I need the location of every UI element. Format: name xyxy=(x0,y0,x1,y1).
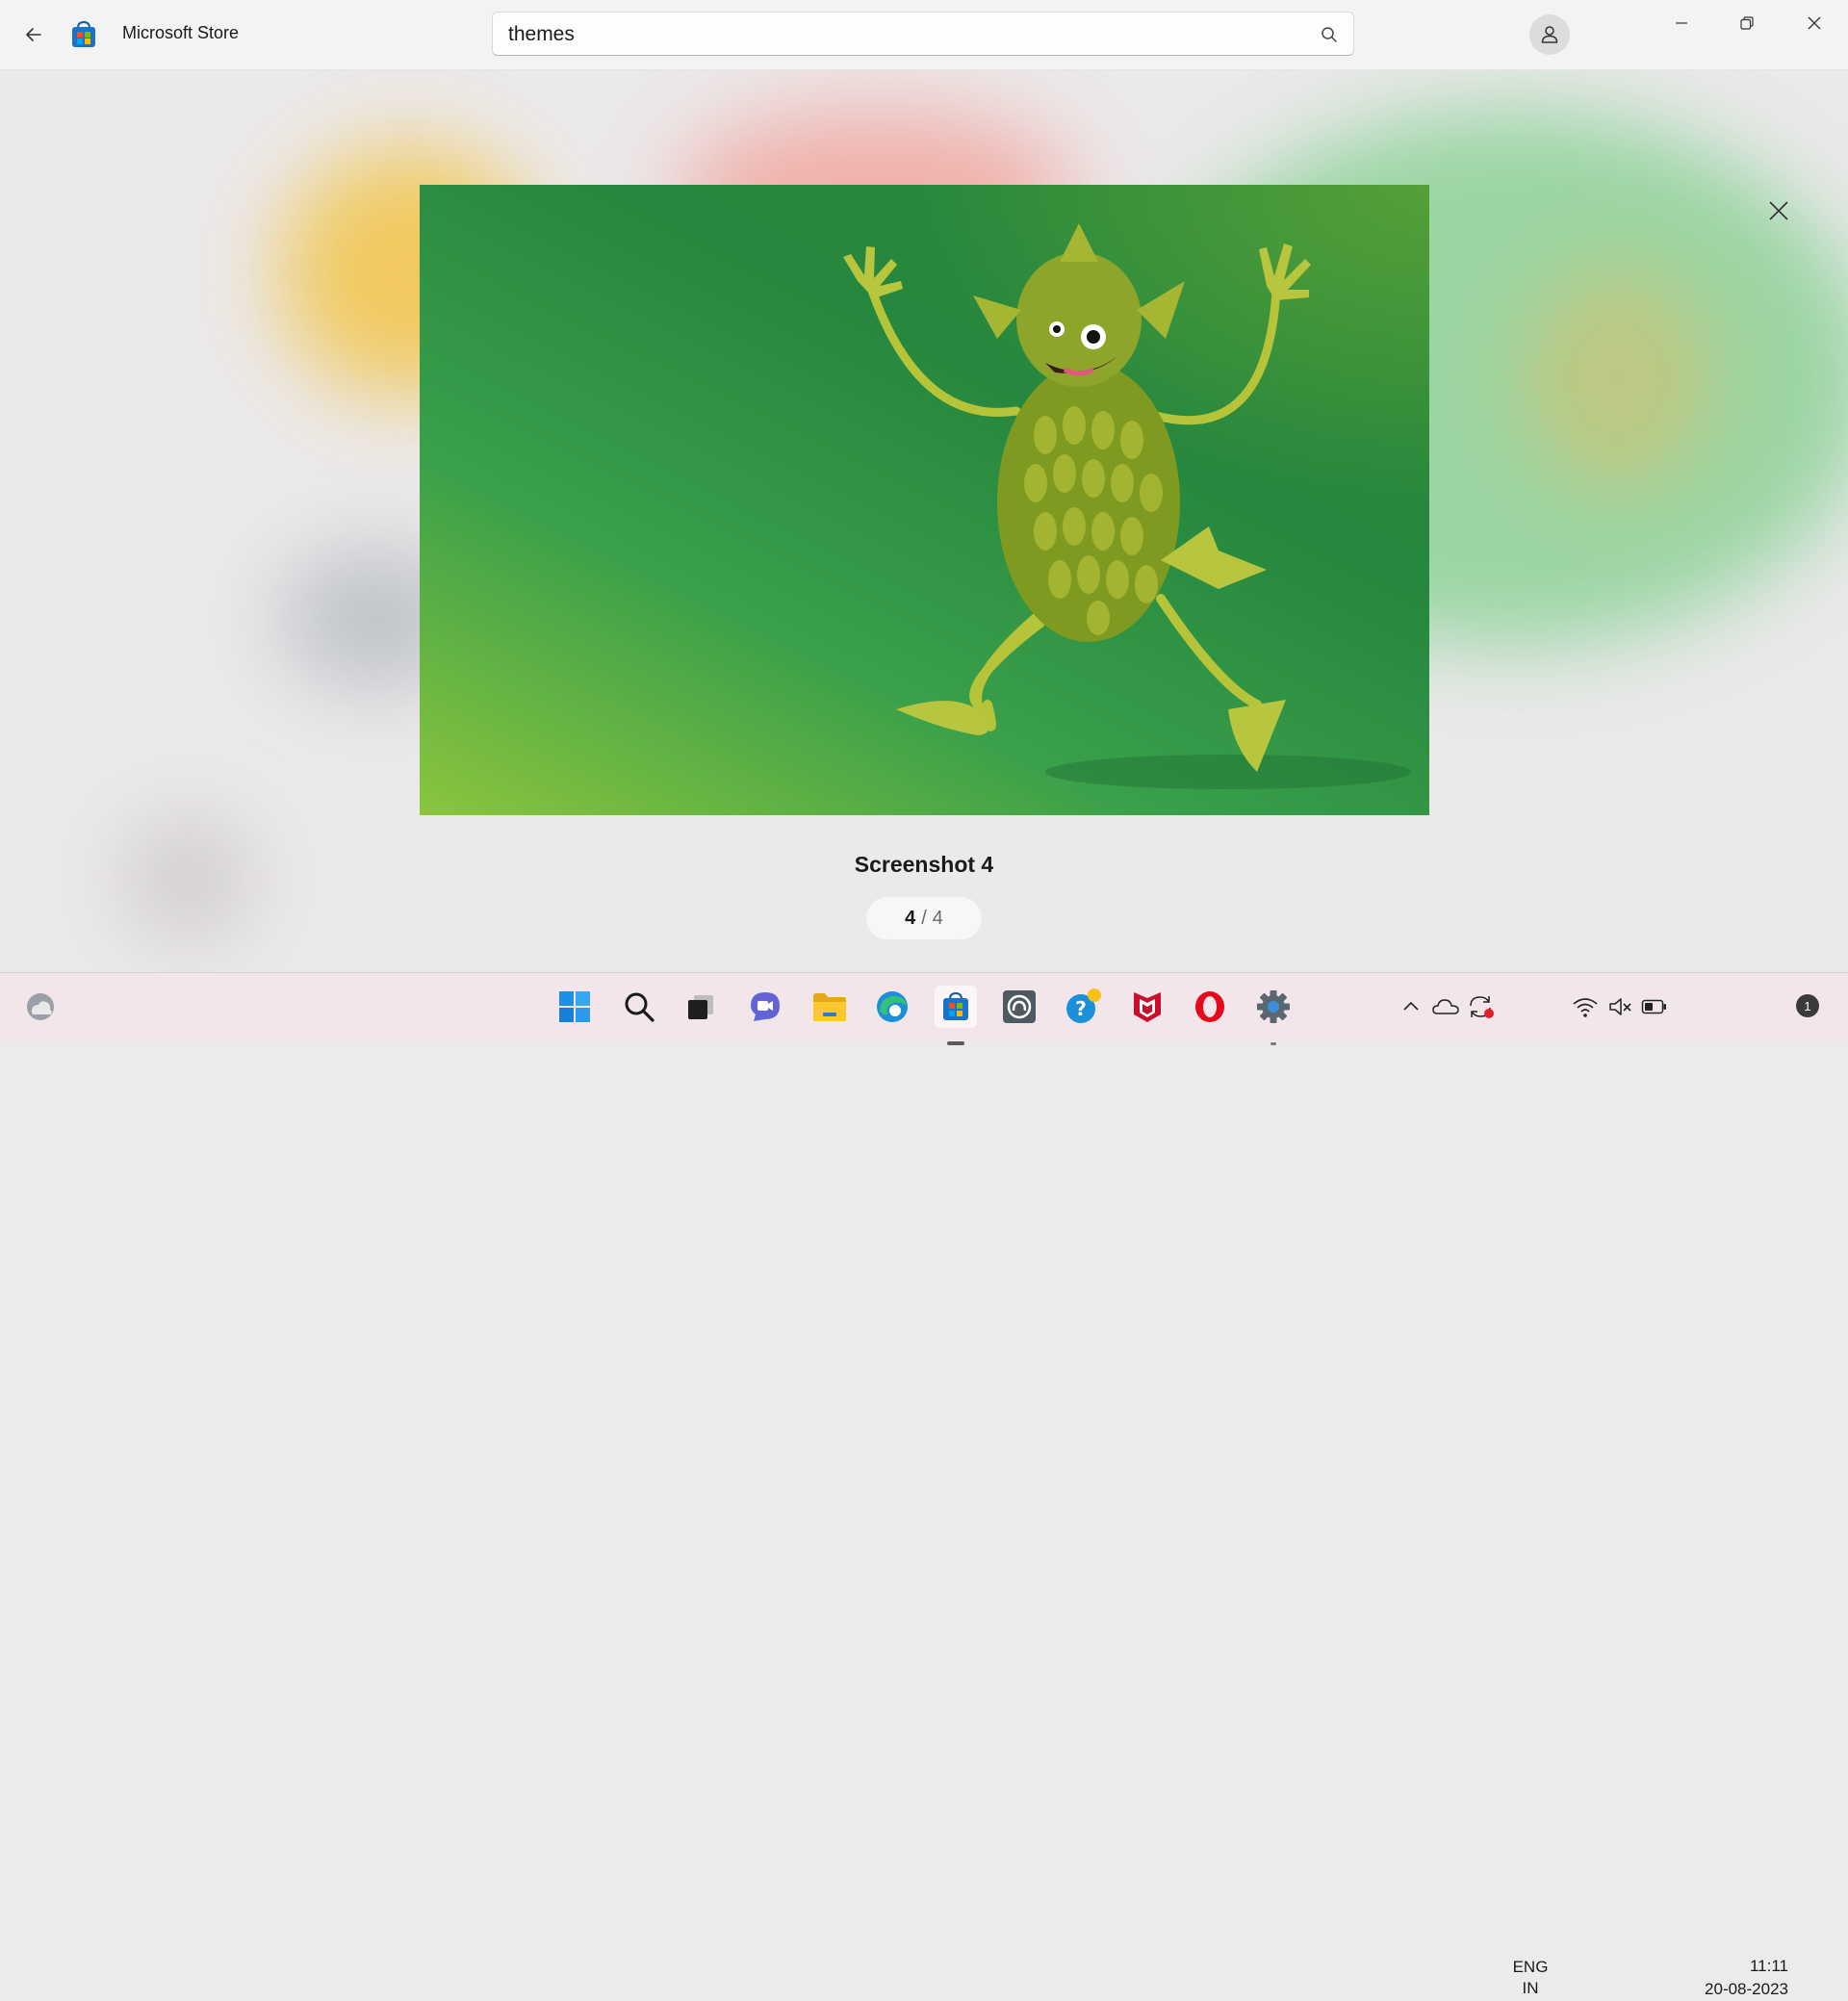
file-explorer-button[interactable] xyxy=(808,986,851,1028)
clock-time: 11:11 xyxy=(1749,1957,1788,1975)
start-button[interactable] xyxy=(553,986,596,1028)
region-code: IN xyxy=(1522,1979,1539,1997)
search-input[interactable] xyxy=(506,13,1280,57)
minimize-button[interactable] xyxy=(1649,0,1714,46)
clock-date: 20-08-2023 xyxy=(1705,1980,1788,1998)
store-icon xyxy=(943,991,968,1020)
total-count: 4 xyxy=(932,907,943,929)
title-bar: Microsoft Store xyxy=(0,0,1848,70)
mcafee-button[interactable] xyxy=(1126,986,1168,1028)
opera-icon xyxy=(1195,991,1224,1022)
microsoft-store-logo xyxy=(69,20,98,49)
sync-icon xyxy=(1470,996,1494,1018)
search-icon xyxy=(625,992,654,1022)
close-icon xyxy=(1808,16,1821,30)
blurred-dark-tile xyxy=(125,821,250,936)
restore-icon xyxy=(1740,16,1754,30)
notification-count-badge[interactable]: 1 xyxy=(1796,994,1819,1017)
account-icon xyxy=(1541,26,1558,43)
current-index: 4 xyxy=(905,907,916,929)
folder-icon xyxy=(813,993,846,1021)
shield-app-icon xyxy=(1003,990,1036,1023)
app-title: Microsoft Store xyxy=(122,23,240,42)
sync-status-button[interactable] xyxy=(1460,986,1502,1028)
mcafee-icon xyxy=(1134,992,1161,1022)
settings-button[interactable] xyxy=(1252,986,1295,1045)
weather-widget-button[interactable] xyxy=(19,986,62,1028)
input-language-indicator[interactable]: ENG IN xyxy=(1508,1957,1553,1999)
language-code: ENG xyxy=(1512,1958,1549,1976)
screenshot-image xyxy=(420,185,1429,815)
edge-icon xyxy=(877,991,908,1022)
gear-icon xyxy=(1257,990,1290,1023)
minimize-icon xyxy=(1676,22,1687,24)
restore-button[interactable] xyxy=(1714,0,1780,46)
counter-separator: / xyxy=(921,907,927,929)
close-window-button[interactable] xyxy=(1782,0,1847,46)
search-submit-button[interactable] xyxy=(1315,20,1344,49)
search-box[interactable] xyxy=(492,12,1354,57)
vpn-app-button[interactable] xyxy=(998,986,1040,1028)
taskbar-search-button[interactable] xyxy=(618,986,660,1028)
wifi-icon xyxy=(1573,998,1598,1017)
back-button[interactable] xyxy=(16,17,51,52)
weather-widget-icon xyxy=(27,993,54,1020)
get-help-button[interactable]: ? xyxy=(1063,986,1105,1028)
taskbar: ? ENG IN 11:11 20-08-2023 xyxy=(0,972,1848,1998)
battery-icon xyxy=(1641,999,1666,1014)
windows-logo-icon xyxy=(559,991,590,1022)
active-app-indicator xyxy=(947,1041,964,1045)
edge-button[interactable] xyxy=(871,986,913,1028)
svg-text:?: ? xyxy=(1075,997,1087,1020)
microsoft-store-button[interactable] xyxy=(935,986,977,1045)
task-view-button[interactable] xyxy=(680,986,722,1028)
volume-muted-icon xyxy=(1609,998,1631,1015)
task-view-icon xyxy=(688,995,713,1019)
blurred-olive-tile xyxy=(1521,263,1713,494)
back-arrow-icon xyxy=(26,28,41,41)
battery-button[interactable] xyxy=(1633,986,1676,1028)
close-viewer-icon xyxy=(1769,201,1788,220)
onedrive-icon xyxy=(1432,999,1459,1014)
screenshot-caption: Screenshot 4 xyxy=(854,852,994,877)
chevron-up-icon xyxy=(1403,1001,1419,1011)
help-icon: ? xyxy=(1066,988,1101,1023)
teams-chat-button[interactable] xyxy=(744,986,786,1028)
opera-button[interactable] xyxy=(1189,986,1231,1028)
search-icon xyxy=(1322,27,1337,42)
clock[interactable]: 11:11 20-08-2023 xyxy=(1682,1955,1788,2001)
account-button[interactable] xyxy=(1529,14,1570,55)
chat-icon xyxy=(751,992,780,1021)
close-viewer-button[interactable] xyxy=(1758,190,1800,232)
running-app-indicator xyxy=(1270,1042,1276,1045)
screenshot-counter: 4 / 4 xyxy=(866,897,982,939)
